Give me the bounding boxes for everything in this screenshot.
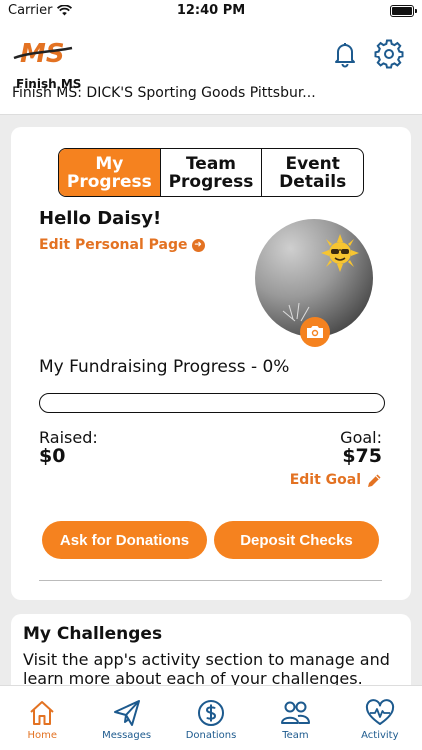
tab-donations[interactable]: Donations — [169, 686, 253, 750]
progress-segmented-control: My Progress Team Progress Event Details — [58, 148, 364, 197]
app-header: MS Finish MS Finish MS: DICK'S Sporting … — [0, 22, 422, 115]
pencil-icon — [368, 474, 381, 487]
tab-messages[interactable]: Messages — [84, 686, 168, 750]
dollar-circle-icon — [198, 700, 225, 726]
greeting: Hello Daisy! — [39, 208, 162, 229]
challenges-description: Visit the app's activity section to mana… — [23, 650, 390, 688]
edit-goal-link[interactable]: Edit Goal — [290, 472, 382, 488]
deposit-checks-button[interactable]: Deposit Checks — [214, 521, 379, 559]
event-title[interactable]: Finish MS: DICK'S Sporting Goods Pittsbu… — [12, 85, 316, 101]
ms-logo-mark: MS — [13, 39, 73, 69]
tab-activity-label: Activity — [361, 730, 399, 741]
tab-team-progress[interactable]: Team Progress — [159, 149, 262, 196]
bell-icon[interactable] — [330, 39, 360, 69]
heart-pulse-icon — [365, 699, 394, 725]
tab-team-label: Team — [282, 730, 309, 741]
ask-for-donations-button[interactable]: Ask for Donations — [42, 521, 207, 559]
clock: 12:40 PM — [176, 3, 246, 18]
arrow-circle-right-icon: ➜ — [191, 238, 205, 252]
sun-sunglasses-icon — [321, 234, 359, 272]
finish-ms-logo: MS Finish MS — [12, 34, 84, 91]
divider — [39, 580, 382, 581]
progress-card: My Progress Team Progress Event Details … — [11, 127, 411, 600]
edit-goal-label: Edit Goal — [289, 472, 361, 488]
edit-personal-page-link[interactable]: Edit Personal Page ➜ — [39, 237, 205, 253]
raised-value: $0 — [39, 445, 66, 467]
tab-team[interactable]: Team — [253, 686, 337, 750]
fundraising-progress-bar — [39, 393, 385, 413]
fundraising-progress-title: My Fundraising Progress - 0% — [39, 357, 290, 377]
goal-value: $75 — [342, 445, 382, 467]
home-icon — [30, 701, 54, 725]
tab-activity[interactable]: Activity — [338, 686, 422, 750]
paper-plane-icon — [113, 700, 140, 726]
tab-event-details[interactable]: Event Details — [261, 149, 363, 196]
tab-messages-label: Messages — [102, 730, 152, 741]
challenges-card: My Challenges Visit the app's activity s… — [11, 614, 411, 694]
challenges-title: My Challenges — [23, 624, 163, 644]
status-bar: Carrier 12:40 PM — [0, 0, 422, 22]
tab-donations-label: Donations — [185, 730, 237, 741]
camera-icon — [307, 326, 323, 338]
gear-icon[interactable] — [374, 39, 404, 69]
team-icon — [281, 701, 311, 724]
edit-personal-page-label: Edit Personal Page — [39, 237, 188, 253]
tab-home-label: Home — [27, 730, 57, 741]
battery-icon — [390, 5, 417, 17]
tab-home[interactable]: Home — [0, 686, 84, 750]
tab-my-progress[interactable]: My Progress — [59, 149, 160, 196]
camera-button[interactable] — [300, 317, 330, 347]
tab-bar: Home Messages Donations Team Activity — [0, 685, 422, 750]
